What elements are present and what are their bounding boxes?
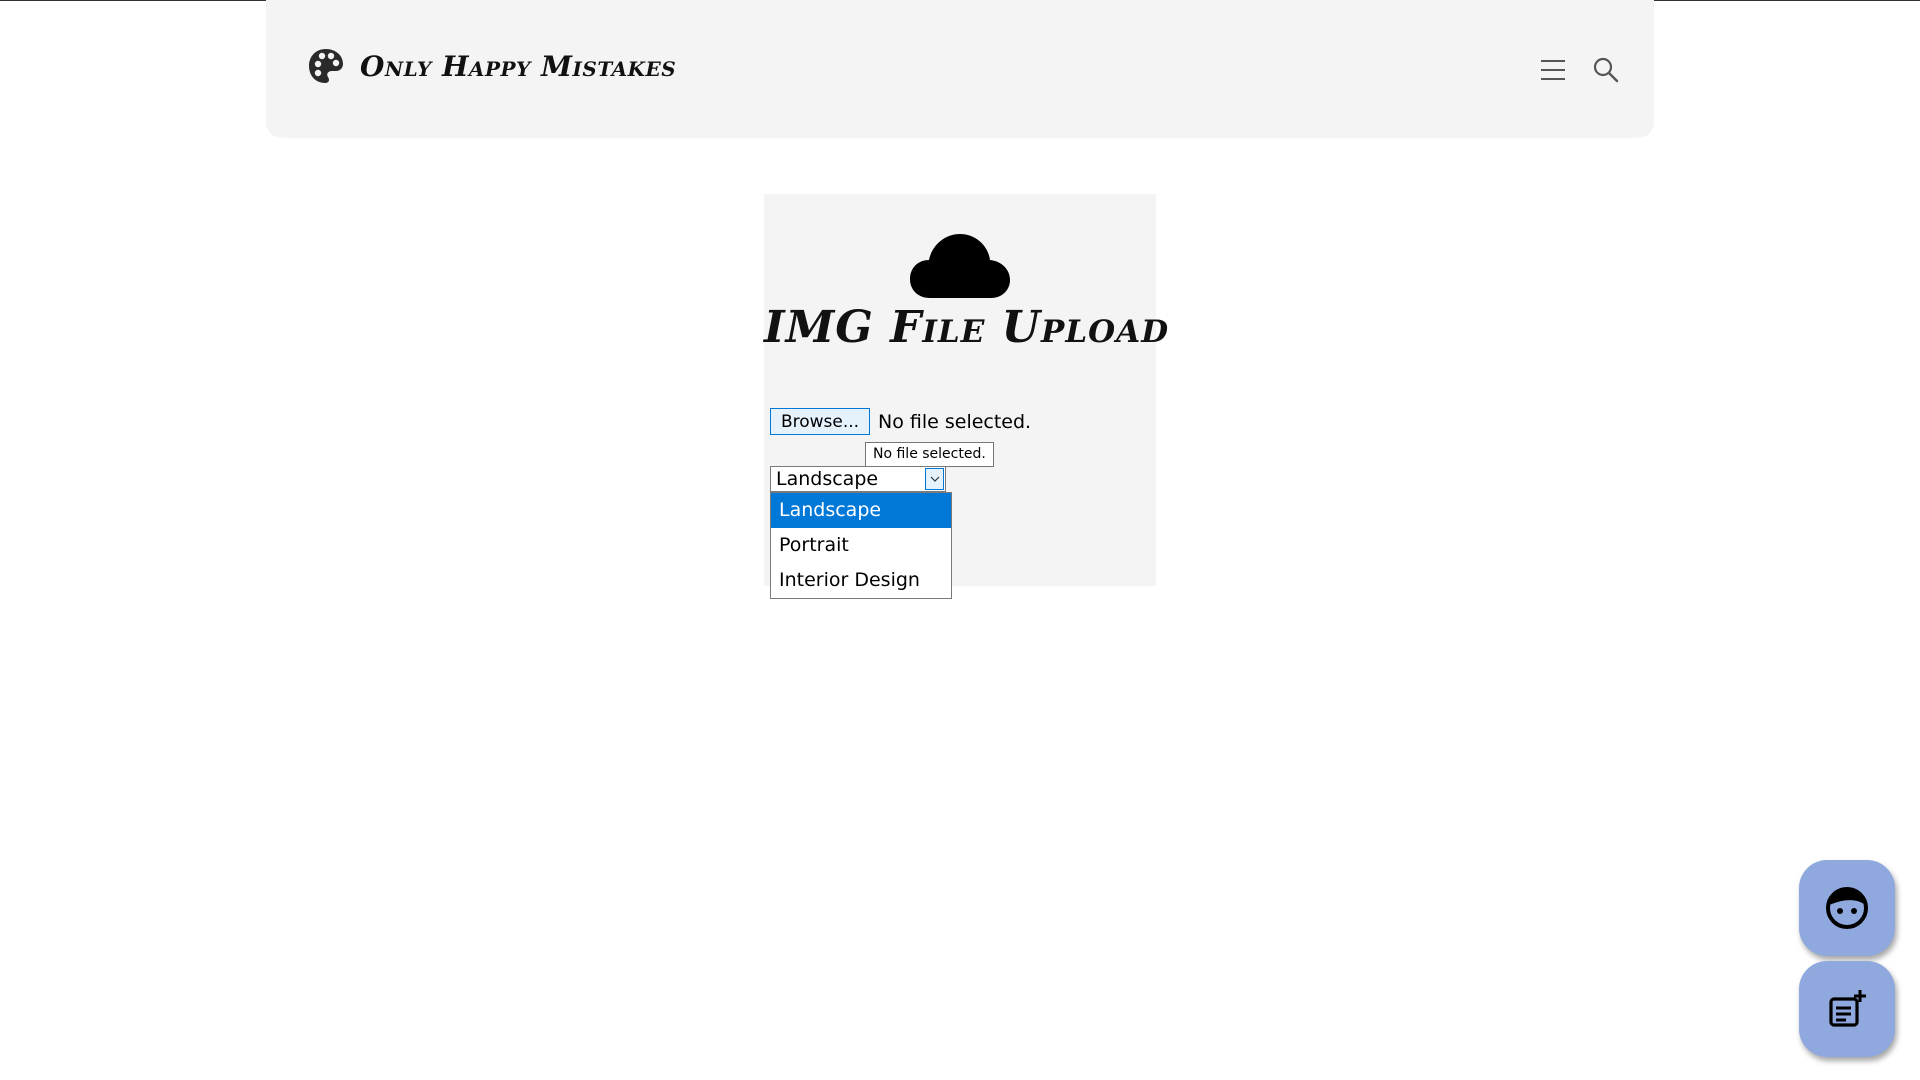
search-icon [1593, 57, 1619, 83]
menu-button[interactable] [1539, 57, 1567, 83]
cloud-icon [908, 228, 1012, 304]
search-button[interactable] [1591, 55, 1621, 85]
category-dropdown: Landscape Portrait Interior Design [770, 492, 952, 599]
category-select[interactable]: Landscape [770, 466, 946, 492]
option-landscape[interactable]: Landscape [771, 493, 951, 528]
menu-icon [1541, 60, 1565, 80]
chevron-down-icon[interactable] [925, 468, 944, 490]
site-header: Only Happy Mistakes [266, 0, 1654, 138]
profile-fab[interactable] [1799, 860, 1895, 956]
option-interior-design[interactable]: Interior Design [771, 563, 951, 598]
category-select-value: Landscape [776, 468, 879, 490]
brand[interactable]: Only Happy Mistakes [306, 46, 676, 86]
option-portrait[interactable]: Portrait [771, 528, 951, 563]
file-status-text: No file selected. [878, 410, 1032, 433]
file-tooltip: No file selected. [865, 442, 994, 467]
palette-icon [306, 46, 346, 86]
file-input[interactable]: Browse... No file selected. [770, 408, 1031, 435]
face-icon [1826, 887, 1868, 929]
upload-title: IMG File Upload [764, 302, 1170, 353]
new-post-icon [1829, 990, 1866, 1027]
brand-name: Only Happy Mistakes [360, 49, 677, 83]
new-post-fab[interactable] [1799, 961, 1895, 1057]
browse-button[interactable]: Browse... [770, 408, 870, 435]
